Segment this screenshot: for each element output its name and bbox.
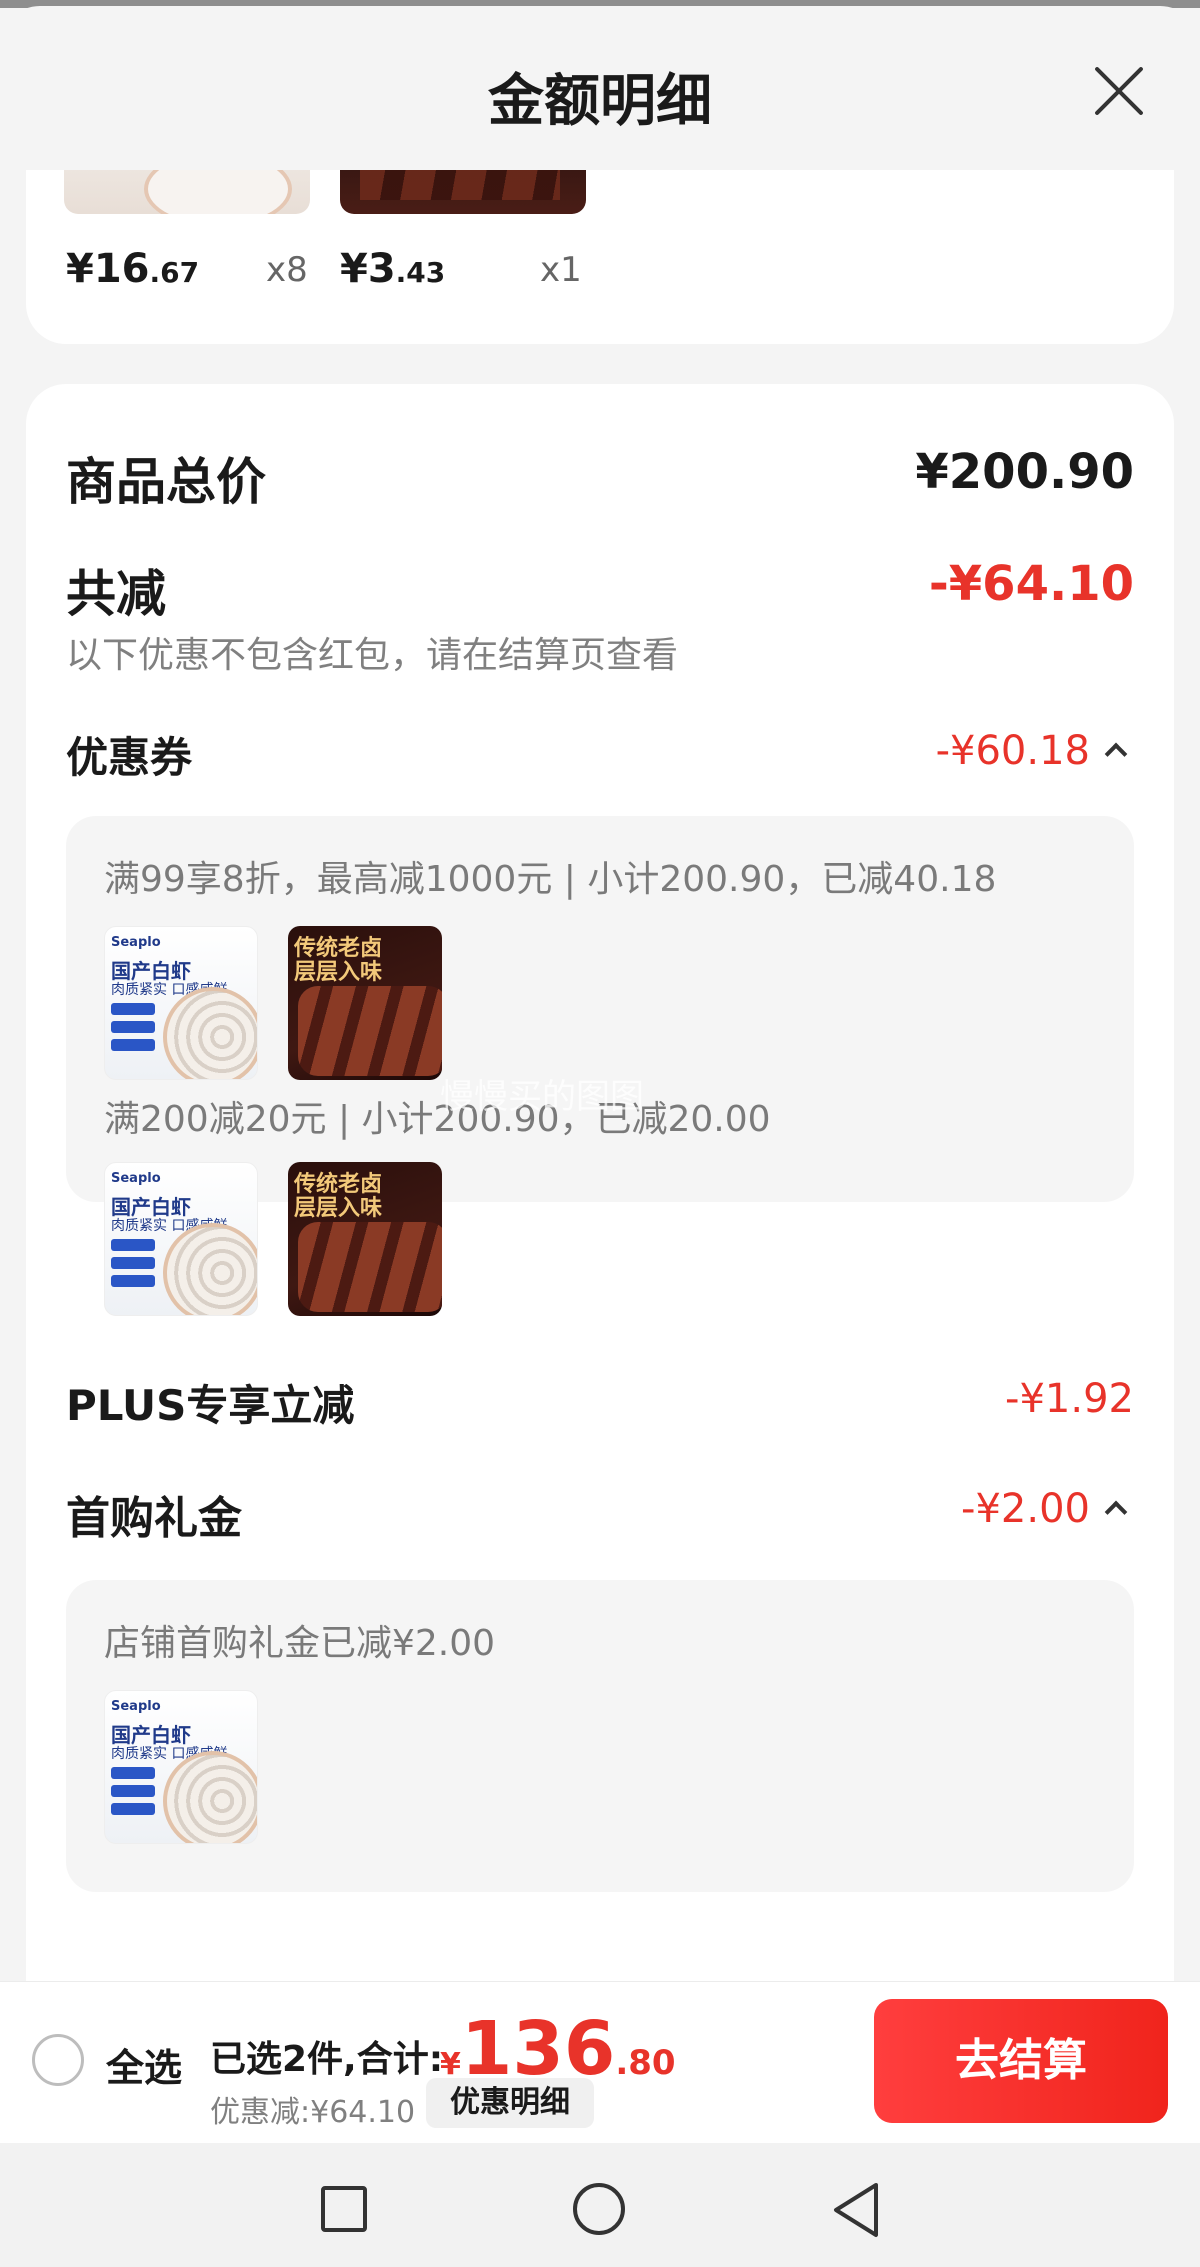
reduce-note: 以下优惠不包含红包，请在结算页查看 [66,635,679,676]
product-brand: Seaplo [111,1699,161,1714]
item-price-dec: .43 [395,256,446,289]
product-image-shrimp: Seaplo 国产白虾 肉质紧实 口感咸鲜 [104,1162,258,1316]
product-tag [111,1039,155,1051]
circle-icon[interactable] [573,2183,625,2235]
product-image-duck: 传统老卤 层层入味 [288,1162,442,1316]
product-tag [111,1239,155,1251]
amount-detail-sheet: 金额明细 ¥16.67 x8 ¥3.43 x1 商品总价 ¥200.90 共减 … [0,6,1200,2267]
item-price-dec: .67 [149,256,200,289]
discount-detail-button[interactable]: 优惠明细 [426,2078,594,2128]
total-dec: .80 [615,2043,676,2083]
chevron-up-icon [1104,1500,1128,1524]
product-tag [111,1257,155,1269]
total-reduce-value: -¥64.10 [928,556,1134,612]
product-image-shrimp: Seaplo 国产白虾 肉质紧实 口感咸鲜 [104,1690,258,1844]
first-buy-toggle[interactable]: -¥2.00 [961,1486,1128,1532]
product-tag [111,1803,155,1815]
item-price-int: ¥16 [66,246,150,292]
first-buy-label: 首购礼金 [66,1493,242,1544]
item-price: ¥3.43 [340,246,445,292]
selected-products-card: ¥16.67 x8 ¥3.43 x1 [26,170,1174,344]
currency-symbol: ¥ [440,2047,461,2082]
item-qty: x1 [540,250,582,290]
total-reduce-label: 共减 [66,565,166,623]
product-subtitle: 层层入味 [294,1196,383,1221]
square-icon[interactable] [321,2186,367,2232]
select-all-checkbox[interactable] [32,2034,84,2086]
product-subtitle: 层层入味 [294,960,383,985]
close-icon[interactable] [1090,62,1148,120]
first-buy-panel: 店铺首购礼金已减¥2.00 Seaplo 国产白虾 肉质紧实 口感咸鲜 [66,1580,1134,1892]
plus-label: PLUS专享立减 [66,1381,355,1430]
watermark: 慢慢买的图图 [440,1077,644,1117]
product-tag [111,1275,155,1287]
coupon-value: -¥60.18 [935,728,1090,774]
product-plate [163,1223,257,1315]
product-brand: Seaplo [111,1171,161,1186]
product-brand: Seaplo [111,935,161,950]
system-nav-bar [0,2143,1200,2267]
coupon-rule: 满99享8折，最高减1000元 | 小计200.90，已减40.18 [104,859,997,900]
product-meat [298,1222,442,1312]
product-tag [111,1021,155,1033]
product-meat [298,986,442,1076]
item-price: ¥16.67 [66,246,199,292]
plus-value: -¥1.92 [1005,1376,1134,1422]
chevron-up-icon [1104,742,1128,766]
page-title: 金额明细 [488,69,712,134]
coupon-rule: 满200减20元 | 小计200.90，已减20.00 [104,1099,771,1140]
select-all-label[interactable]: 全选 [106,2037,182,2092]
checkout-bar: 全选 已选2件,合计: ¥136.80 优惠减:¥64.10 优惠明细 去结算 [0,1981,1200,2143]
selected-count: 已选2件,合计: [210,2039,444,2080]
product-thumb-duck [340,170,586,214]
item-price-int: ¥3 [340,246,396,292]
first-buy-value: -¥2.00 [961,1486,1090,1532]
product-image-shrimp: Seaplo 国产白虾 肉质紧实 口感咸鲜 [104,926,258,1080]
sheet-header: 金额明细 [0,6,1200,170]
product-tag [111,1767,155,1779]
item-qty: x8 [266,250,308,290]
product-tag [111,1785,155,1797]
total-price-label: 商品总价 [66,453,266,511]
coupon-detail-panel: 满99享8折，最高减1000元 | 小计200.90，已减40.18 Seapl… [66,816,1134,1202]
total-price-value: ¥200.90 [915,444,1134,500]
coupon-label: 优惠券 [66,733,193,782]
product-plate [163,1751,257,1843]
coupon-toggle[interactable]: -¥60.18 [935,728,1128,774]
product-thumb-shrimp [64,170,310,214]
product-image-duck: 传统老卤 层层入味 [288,926,442,1080]
checkout-button[interactable]: 去结算 [874,1999,1168,2123]
triangle-back-icon[interactable] [830,2181,882,2239]
product-tag [111,1003,155,1015]
product-plate [163,987,257,1079]
discount-summary: 优惠减:¥64.10 [210,2095,416,2130]
first-buy-note: 店铺首购礼金已减¥2.00 [104,1623,496,1664]
